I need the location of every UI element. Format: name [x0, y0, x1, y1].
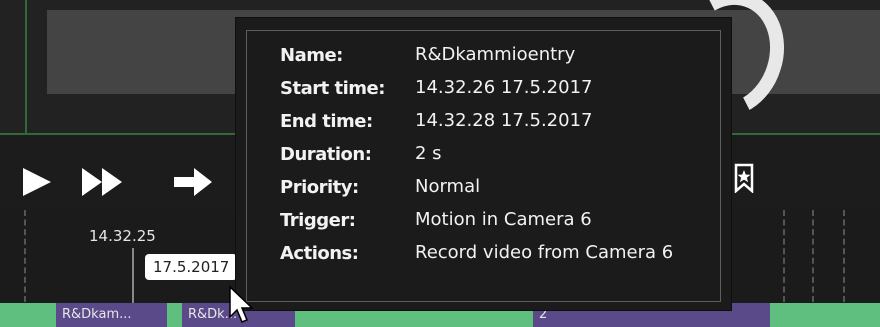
- next-arrow-icon: [174, 168, 212, 196]
- timeline-marker-tick: [132, 248, 134, 303]
- event-segment[interactable]: R&Dkam...: [56, 303, 167, 327]
- tooltip-key: Name:: [280, 45, 343, 66]
- tooltip-key: Start time:: [280, 78, 385, 99]
- track-segment: [0, 303, 56, 327]
- tooltip-key: Duration:: [280, 144, 372, 165]
- track-segment: [770, 303, 880, 327]
- tooltip-key: End time:: [280, 111, 373, 132]
- tooltip-value: Motion in Camera 6: [415, 209, 592, 230]
- bookmark-button[interactable]: [733, 163, 755, 197]
- timeline-grid-line: [783, 210, 785, 302]
- tooltip-value: Record video from Camera 6: [415, 242, 674, 263]
- event-segment-label: R&Dkam...: [62, 307, 132, 322]
- step-forward-button[interactable]: [172, 165, 216, 203]
- tooltip-key: Actions:: [280, 243, 359, 264]
- bookmark-star-icon: [734, 163, 754, 194]
- tooltip-value: 14.32.26 17.5.2017: [415, 77, 593, 98]
- timeline-date-tag: 17.5.2017: [145, 254, 238, 280]
- timeline-grid-line: [24, 210, 26, 302]
- mouse-cursor-icon: [229, 285, 254, 323]
- tooltip-value: 14.32.28 17.5.2017: [415, 110, 593, 131]
- play-icon: [23, 168, 51, 196]
- track-segment: [167, 303, 182, 327]
- camera-border-vertical: [25, 0, 27, 135]
- timeline-time-label: 14.32.25: [89, 227, 156, 245]
- tooltip-frame: Name: R&Dkammioentry Start time: 14.32.2…: [246, 30, 721, 302]
- tooltip-value: R&Dkammioentry: [415, 44, 576, 65]
- event-tooltip: Name: R&Dkammioentry Start time: 14.32.2…: [235, 17, 732, 311]
- tooltip-value: 2 s: [415, 143, 442, 164]
- tooltip-key: Trigger:: [280, 210, 356, 231]
- timeline-grid-line: [812, 210, 814, 302]
- tooltip-key: Priority:: [280, 177, 359, 198]
- fast-forward-button[interactable]: [80, 165, 130, 203]
- fast-forward-icon: [82, 168, 122, 196]
- timeline-grid-line: [843, 210, 845, 302]
- play-button[interactable]: [20, 165, 54, 203]
- tooltip-value: Normal: [415, 176, 481, 197]
